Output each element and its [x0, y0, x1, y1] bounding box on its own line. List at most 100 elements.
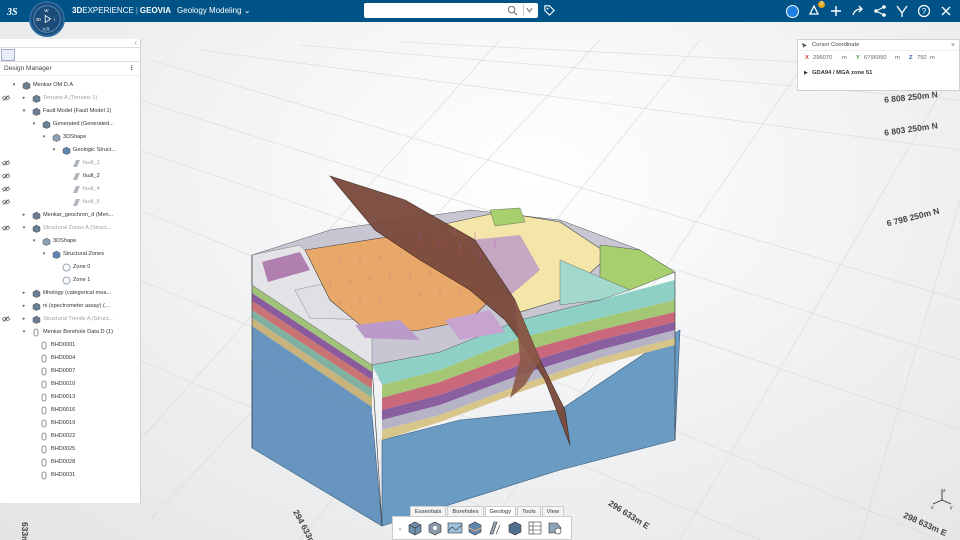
tree-item[interactable]: fault_2 [0, 170, 140, 183]
svg-text:z: z [943, 488, 946, 494]
tree-item[interactable]: BHD0004 [0, 352, 140, 365]
cursor-coordinate-header: Cursor Coordinate × [798, 40, 959, 51]
expand-toggle-icon[interactable]: ▸ [20, 92, 28, 105]
hidden-eye-icon[interactable] [2, 199, 10, 205]
expand-toggle-icon[interactable]: ▸ [20, 300, 28, 313]
compass-apps-icon[interactable] [894, 3, 910, 19]
expand-toggle-icon[interactable]: ▾ [40, 131, 48, 144]
expand-toggle-icon[interactable]: ▾ [20, 105, 28, 118]
geology-scene[interactable] [0, 22, 960, 540]
search-icon[interactable] [507, 5, 518, 16]
help-icon[interactable]: ? [916, 3, 932, 19]
tree-item[interactable]: BHD0028 [0, 456, 140, 469]
expand-toggle-icon[interactable]: ▾ [20, 326, 28, 339]
tree-item-label: Generated (Generated... [53, 121, 114, 127]
tree-item[interactable]: Zone 0 [0, 261, 140, 274]
panel-menu-icon[interactable]: ⋮ [129, 62, 136, 76]
tab-tools[interactable]: Tools [517, 506, 541, 516]
user-avatar[interactable] [784, 3, 800, 19]
hidden-eye-icon[interactable] [2, 316, 10, 322]
block-model-icon[interactable] [427, 520, 443, 536]
tab-boreholes[interactable]: Boreholes [447, 506, 484, 516]
hidden-eye-icon[interactable] [2, 95, 10, 101]
tree-item[interactable]: ▾ 3DShape [0, 235, 140, 248]
notifications-icon[interactable]: 3 [806, 1, 825, 19]
expand-toggle-icon[interactable]: ▾ [20, 222, 28, 235]
tree-item[interactable]: BHD0025 [0, 443, 140, 456]
expand-arrow-icon[interactable]: ▶ [804, 66, 808, 80]
tab-geology[interactable]: Geology [484, 506, 517, 516]
tree-item[interactable]: ▸ lithology (categorical mea... [0, 287, 140, 300]
tree-item[interactable]: ▾ Structural Zones A (Struct... [0, 222, 140, 235]
fault-icon [73, 186, 80, 193]
volume-icon[interactable] [507, 520, 523, 536]
tree-item[interactable]: fault_4 [0, 183, 140, 196]
tree-item[interactable]: fault_1 [0, 157, 140, 170]
orientation-triad-icon[interactable]: z x y [930, 486, 954, 510]
tree-item[interactable]: ▸ ni (spectrometer assay) (... [0, 300, 140, 313]
tab-view[interactable]: View [541, 506, 565, 516]
tree-item[interactable]: BHD0007 [0, 365, 140, 378]
expand-toggle-icon[interactable]: ▸ [20, 209, 28, 222]
hidden-eye-icon[interactable] [2, 225, 10, 231]
3ds-logo-icon[interactable]: 3S [6, 3, 22, 19]
expand-toggle-icon[interactable]: ▸ [20, 313, 28, 326]
fault-tool-icon[interactable] [487, 520, 503, 536]
table-icon[interactable] [527, 520, 543, 536]
tree-item[interactable]: ▸ Menkar_geochron_d (Men... [0, 209, 140, 222]
expand-toggle-icon[interactable]: ▾ [30, 235, 38, 248]
share-icon[interactable] [872, 3, 888, 19]
toolbar-collapse-icon[interactable]: ⌄ [395, 525, 405, 532]
expand-toggle-icon[interactable]: ▾ [50, 144, 58, 157]
hidden-eye-icon[interactable] [2, 186, 10, 192]
hidden-eye-icon[interactable] [2, 160, 10, 166]
geology-cube-icon[interactable] [407, 520, 423, 536]
search-dropdown-icon[interactable] [523, 4, 535, 16]
settings-gear-icon[interactable] [547, 520, 563, 536]
expand-toggle-icon[interactable]: ▾ [30, 118, 38, 131]
section-image-icon[interactable] [447, 520, 463, 536]
tree-item[interactable]: Zone 1 [0, 274, 140, 287]
close-icon[interactable] [938, 3, 954, 19]
shape-icon [42, 237, 51, 246]
tree-item[interactable]: ▾ Fault Model (Fault Model 1) [0, 105, 140, 118]
tree-item[interactable]: ▾ Geologic Struct... [0, 144, 140, 157]
tree-item[interactable]: ▾ Menkar Borehole Data D (1) [0, 326, 140, 339]
search-field[interactable] [364, 3, 538, 18]
tree-item[interactable]: BHD0019 [0, 417, 140, 430]
tag-icon[interactable] [543, 4, 556, 17]
tree-item[interactable]: ▾ Structural Zones [0, 248, 140, 261]
add-icon[interactable] [828, 3, 844, 19]
tree-item[interactable]: BHD0031 [0, 469, 140, 482]
svg-text:y: y [950, 505, 953, 510]
tree-item[interactable]: ▾ Generated (Generated... [0, 118, 140, 131]
tree-item[interactable]: ▸ Terrains A (Terrains 1) [0, 92, 140, 105]
tree-item[interactable]: BHD0016 [0, 404, 140, 417]
hidden-eye-icon[interactable] [2, 173, 10, 179]
tree-item[interactable]: ▸ Structural Trends A (Struct... [0, 313, 140, 326]
tree-item[interactable]: BHD0022 [0, 430, 140, 443]
3d-viewport[interactable]: 6 808 250m N 6 803 250m N 6 798 250m N 2… [0, 22, 960, 540]
tree-item[interactable]: BHD0010 [0, 378, 140, 391]
tab-essentials[interactable]: Essentials [410, 506, 447, 516]
expand-toggle-icon[interactable]: ▾ [40, 248, 48, 261]
expand-toggle-icon[interactable]: ▾ [10, 79, 18, 92]
tree-item[interactable]: BHD0001 [0, 339, 140, 352]
share-arrow-icon[interactable] [850, 3, 866, 19]
tree-item[interactable]: ▾ Menkar OM D.A [0, 79, 140, 92]
expand-toggle-icon[interactable]: ▸ [20, 287, 28, 300]
tree-item[interactable]: BHD0013 [0, 391, 140, 404]
y-unit: m [895, 55, 900, 61]
compass-widget[interactable]: W 3D i V,R [29, 1, 65, 37]
chevron-down-icon[interactable]: ⌄ [244, 6, 251, 15]
collapse-panel-icon[interactable]: ‹ [135, 40, 137, 47]
crs-row[interactable]: ▶ GDA94 / MGA zone 51 [798, 66, 959, 80]
model-icon [32, 224, 41, 233]
tree-item[interactable]: fault_5 [0, 196, 140, 209]
app-name[interactable]: Geology Modeling [177, 6, 241, 15]
surface-model-icon[interactable] [467, 520, 483, 536]
borehole-icon [41, 445, 47, 454]
tree-tab-icon[interactable] [1, 49, 15, 61]
close-icon[interactable]: × [951, 40, 955, 51]
tree-item[interactable]: ▾ 3DShape [0, 131, 140, 144]
